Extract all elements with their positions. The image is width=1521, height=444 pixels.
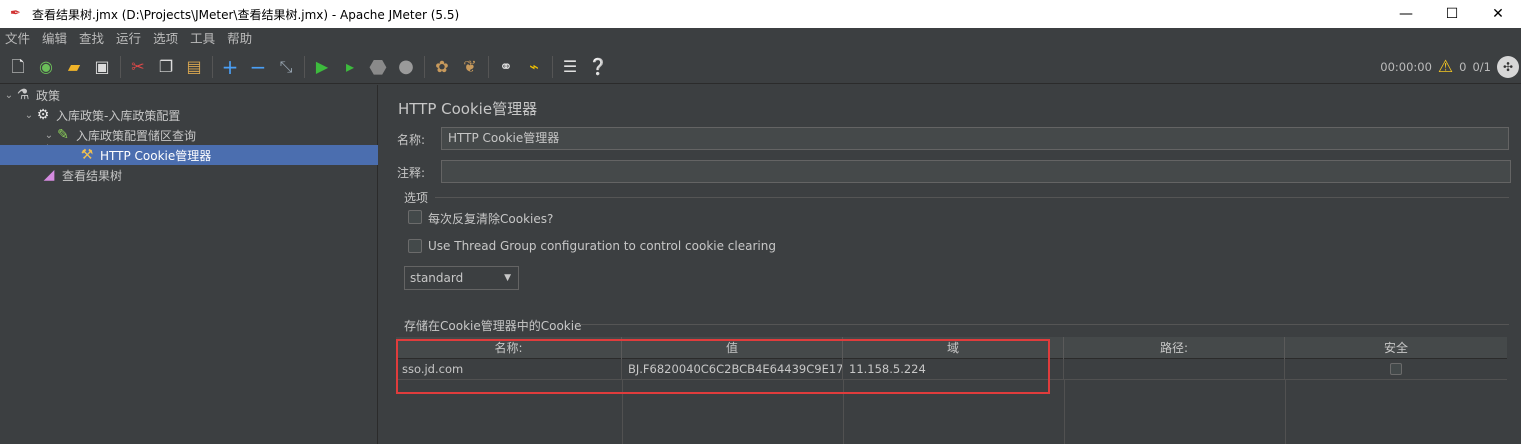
clear-each-iteration-checkbox[interactable] xyxy=(408,210,422,224)
toolbar-separator xyxy=(424,55,425,78)
templates-icon[interactable]: ◉ xyxy=(34,55,58,79)
start-no-pauses-icon[interactable]: ▸ xyxy=(338,55,362,79)
tree-item-label: 入库政策-入库政策配置 xyxy=(56,108,181,123)
menu-tools[interactable]: 工具 xyxy=(184,28,221,50)
new-file-icon[interactable]: 🗋 xyxy=(6,55,30,79)
comment-label: 注释: xyxy=(397,166,426,180)
warning-count: 0 xyxy=(1459,60,1467,74)
menu-bar: 文件 编辑 查找 运行 选项 工具 帮助 xyxy=(0,28,1521,50)
tree-item-cookie-manager[interactable]: ⚒ HTTP Cookie管理器 xyxy=(0,145,378,165)
cut-icon[interactable]: ✂ xyxy=(126,55,150,79)
close-button[interactable]: ✕ xyxy=(1475,0,1521,28)
toolbar-separator xyxy=(304,55,305,78)
stored-cookies-divider xyxy=(580,324,1509,325)
clear-each-iteration-label: 每次反复清除Cookies? xyxy=(428,212,554,226)
http-sampler-pen-icon: ✎ xyxy=(57,127,69,143)
clear-icon[interactable]: ✿ xyxy=(430,55,454,79)
tree-item-results-tree[interactable]: ◢ 查看结果树 xyxy=(0,165,378,185)
cookie-manager-tools-icon: ⚒ xyxy=(80,147,94,163)
maximize-button[interactable]: ☐ xyxy=(1429,0,1475,28)
toolbar: 🗋 ◉ ▰ ▣ ✂ ❐ ▤ + − ⤡ ▶ ▸ ⬣ ● ✿ ❦ ⚭ ⌁ ☰ ❔ xyxy=(0,50,1521,84)
elapsed-time: 00:00:00 xyxy=(1380,60,1432,74)
name-field[interactable]: HTTP Cookie管理器 xyxy=(441,127,1509,150)
tree-item-test-plan[interactable]: ⌄ ⚗ 政策 xyxy=(0,85,378,105)
toolbar-separator xyxy=(488,55,489,78)
tree-item-http-sampler[interactable]: ⌄ ✎ 入库政策配置储区查询 xyxy=(0,125,378,145)
minimize-button[interactable]: — xyxy=(1383,0,1429,28)
secure-checkbox[interactable] xyxy=(1390,363,1402,375)
window-title: 查看结果树.jmx (D:\Projects\JMeter\查看结果树.jmx)… xyxy=(32,7,460,22)
paste-icon[interactable]: ▤ xyxy=(182,55,206,79)
jmeter-feather-icon: ✒ xyxy=(10,6,21,21)
tree-item-label: 政策 xyxy=(36,88,61,103)
options-divider xyxy=(435,197,1509,198)
copy-icon[interactable]: ❐ xyxy=(154,55,178,79)
toolbar-separator xyxy=(552,55,553,78)
chevron-down-icon[interactable]: ⌄ xyxy=(4,90,14,101)
clear-all-icon[interactable]: ❦ xyxy=(458,55,482,79)
run-status: 00:00:00 ⚠ 0 0/1 ✣ xyxy=(1374,50,1519,84)
tree-item-label: 查看结果树 xyxy=(62,168,123,183)
help-icon[interactable]: ❔ xyxy=(586,55,610,79)
toolbar-separator xyxy=(120,55,121,78)
highlight-annotation-box xyxy=(396,339,1050,394)
window-controls: — ☐ ✕ xyxy=(1383,0,1521,28)
column-divider xyxy=(1285,380,1286,444)
use-thread-group-label: Use Thread Group configuration to contro… xyxy=(428,239,776,253)
test-plan-tree: ⌄ ⚗ 政策 ⌄ ⚙ 入库政策-入库政策配置 ⌄ ✎ 入库政策配置储区查询 ⚒ … xyxy=(0,85,378,444)
cookie-policy-value: standard xyxy=(410,271,464,285)
comment-field[interactable] xyxy=(441,160,1511,183)
column-divider xyxy=(1064,380,1065,444)
dropdown-arrow-icon: ▼ xyxy=(504,273,511,283)
cookie-path-cell[interactable] xyxy=(1064,359,1285,380)
menu-file[interactable]: 文件 xyxy=(0,28,36,50)
active-threads: 0/1 xyxy=(1472,60,1491,74)
thread-group-gear-icon: ⚙ xyxy=(36,107,50,123)
options-group-title: 选项 xyxy=(404,191,429,205)
use-thread-group-checkbox[interactable] xyxy=(408,239,422,253)
open-folder-icon[interactable]: ▰ xyxy=(62,55,86,79)
expand-icon[interactable]: + xyxy=(218,55,242,79)
column-header-path[interactable]: 路径: xyxy=(1064,337,1285,359)
chevron-down-icon[interactable]: ⌄ xyxy=(44,130,54,141)
toolbar-separator xyxy=(212,55,213,78)
column-header-secure[interactable]: 安全 xyxy=(1285,337,1507,359)
results-tree-chart-icon: ◢ xyxy=(43,167,55,183)
tree-item-thread-group[interactable]: ⌄ ⚙ 入库政策-入库政策配置 xyxy=(0,105,378,125)
menu-run[interactable]: 运行 xyxy=(110,28,147,50)
window-titlebar: ✒ 查看结果树.jmx (D:\Projects\JMeter\查看结果树.jm… xyxy=(0,0,1521,28)
remote-status-icon[interactable]: ✣ xyxy=(1497,56,1519,78)
stored-cookies-title: 存储在Cookie管理器中的Cookie xyxy=(404,319,582,333)
reset-search-broom-icon[interactable]: ⌁ xyxy=(522,55,546,79)
chevron-down-icon[interactable]: ⌄ xyxy=(24,110,34,121)
page-title: HTTP Cookie管理器 xyxy=(398,100,538,118)
menu-options[interactable]: 选项 xyxy=(147,28,184,50)
cookie-secure-cell[interactable] xyxy=(1285,359,1507,380)
cookie-policy-select[interactable]: standard ▼ xyxy=(404,266,519,290)
stop-icon[interactable]: ⬣ xyxy=(366,55,390,79)
menu-search[interactable]: 查找 xyxy=(73,28,110,50)
menu-edit[interactable]: 编辑 xyxy=(36,28,73,50)
menu-help[interactable]: 帮助 xyxy=(221,28,258,50)
warning-icon[interactable]: ⚠ xyxy=(1438,57,1453,77)
test-plan-icon: ⚗ xyxy=(16,87,30,103)
function-helper-icon[interactable]: ☰ xyxy=(558,55,582,79)
tree-item-label: HTTP Cookie管理器 xyxy=(100,148,212,163)
shutdown-icon[interactable]: ● xyxy=(394,55,418,79)
start-icon[interactable]: ▶ xyxy=(310,55,334,79)
toggle-icon[interactable]: ⤡ xyxy=(274,55,298,79)
save-icon[interactable]: ▣ xyxy=(90,55,114,79)
name-label: 名称: xyxy=(397,133,426,147)
search-binoculars-icon[interactable]: ⚭ xyxy=(494,55,518,79)
tree-item-label: 入库政策配置储区查询 xyxy=(76,128,197,143)
collapse-icon[interactable]: − xyxy=(246,55,270,79)
